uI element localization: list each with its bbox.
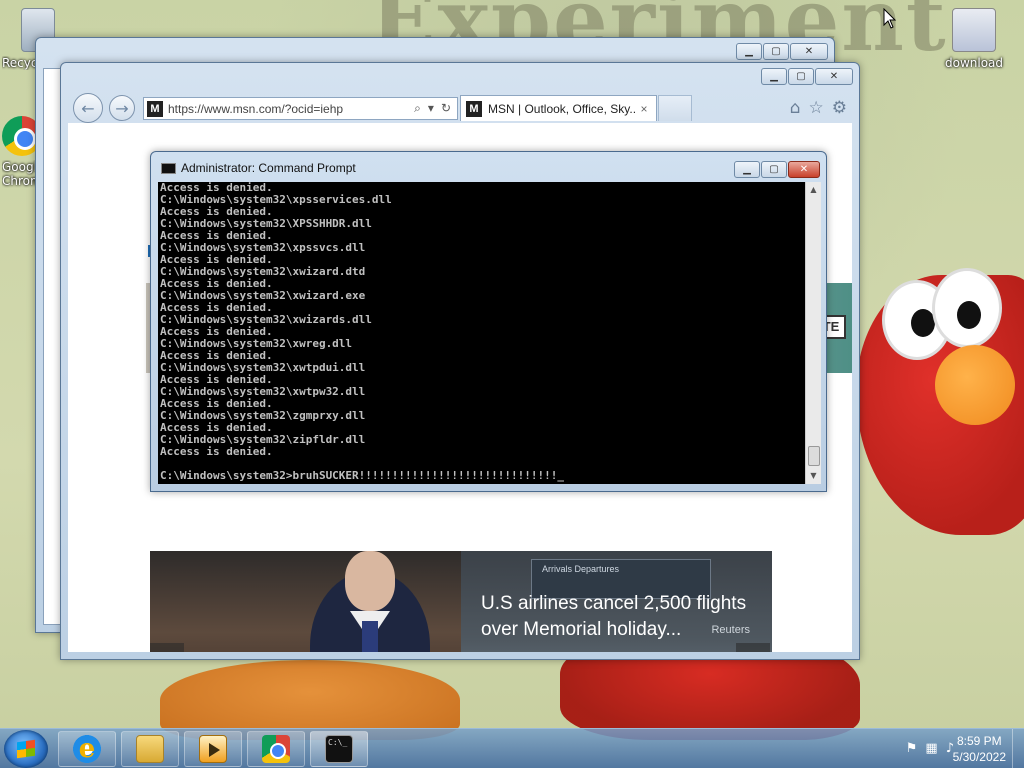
maximize-button[interactable]: ▢ [788,68,814,85]
refresh-icon[interactable]: ↻ [441,101,451,116]
taskbar: e C:\_ ⚑ ▦ ♪ 8:59 PM 5/30/2022 [0,728,1024,768]
address-url[interactable]: https://www.msn.com/?ocid=iehp [168,102,414,116]
console-lines: Access is denied. C:\Windows\system32\xps… [158,182,805,482]
photo-tie [362,621,378,652]
desktop-icon-label: Recycle Bin [2,56,38,70]
close-button[interactable]: ✕ [788,161,820,178]
msn-favicon-icon: M [147,100,163,117]
console-line: Access is denied. [160,445,273,458]
taskbar-google-chrome[interactable] [247,731,305,767]
window-controls: ▁ ▢ ✕ [736,43,828,60]
elmo-nose [935,345,1015,425]
scroll-up-icon[interactable]: ▲ [806,182,821,198]
folder-icon [136,735,164,763]
desktop-icon-label: Google Chrome [2,160,38,188]
news-card-left[interactable] [150,551,461,652]
tab-close-icon[interactable]: × [637,102,651,116]
news-card-right[interactable]: Arrivals Departures U.S airlines cancel … [461,551,772,652]
address-bar[interactable]: M https://www.msn.com/?ocid=iehp ⌕ ▾ ↻ [143,97,458,120]
command-prompt-window[interactable]: Administrator: Command Prompt ▁ ▢ ✕ Acce… [150,151,827,492]
start-button[interactable] [4,730,48,768]
tab-title: MSN | Outlook, Office, Sky... [488,101,637,116]
cmd-icon [161,163,176,174]
window-controls: ▁ ▢ ✕ [734,161,820,178]
msn-favicon-icon: M [466,100,482,117]
system-clock[interactable]: 8:59 PM 5/30/2022 [953,733,1006,765]
taskbar-command-prompt[interactable]: C:\_ [310,731,368,767]
console-line: C:\Windows\system32>bruhSUCKER!!!!!!!!!!… [160,469,564,482]
search-icon[interactable]: ⌕ [414,101,421,116]
desktop-icon-label: download [944,56,1004,70]
forward-arrow-icon: → [115,98,129,118]
minimize-button[interactable]: ▁ [736,43,762,60]
minimize-button[interactable]: ▁ [734,161,760,178]
window-controls: ▁ ▢ ✕ [761,68,853,85]
scroll-thumb[interactable] [808,446,820,466]
maximize-button[interactable]: ▢ [761,161,787,178]
taskbar-media-player[interactable] [184,731,242,767]
wallpaper-decoration [858,160,998,228]
photo-face [345,551,395,611]
clock-date: 5/30/2022 [952,750,1006,764]
carousel-prev-button[interactable]: ‹ [150,643,184,652]
desktop-icon-download[interactable]: download [938,8,1010,70]
console-scrollbar[interactable]: ▲ ▼ [805,182,821,484]
network-icon[interactable]: ▦ [925,741,937,756]
system-tray: ⚑ ▦ ♪ [906,741,954,756]
close-button[interactable]: ✕ [790,43,828,60]
flag-icon[interactable]: ⚑ [906,741,918,756]
carousel-next-button[interactable]: › [736,643,770,652]
elmo-eye [932,268,1002,348]
gear-icon[interactable]: ⚙ [832,98,847,118]
home-icon[interactable]: ⌂ [790,98,801,118]
back-arrow-icon: ← [81,98,95,118]
news-source: Reuters [711,624,750,636]
tab-msn[interactable]: M MSN | Outlook, Office, Sky... × [460,95,657,121]
scroll-down-icon[interactable]: ▼ [806,468,821,484]
console-output[interactable]: Access is denied. C:\Windows\system32\xps… [158,182,805,484]
close-button[interactable]: ✕ [815,68,853,85]
ie-icon: e [73,735,101,763]
media-player-icon [199,735,227,763]
image-file-icon [952,8,996,52]
forward-button[interactable]: → [109,95,135,121]
back-button[interactable]: ← [73,93,103,123]
window-title: Administrator: Command Prompt [181,161,356,175]
new-tab-button[interactable] [658,95,692,121]
maximize-button[interactable]: ▢ [763,43,789,60]
chrome-icon [262,735,290,763]
taskbar-windows-explorer[interactable] [121,731,179,767]
show-desktop-button[interactable] [1012,729,1024,768]
cmd-icon: C:\_ [325,735,353,763]
clock-time: 8:59 PM [956,734,1002,748]
star-icon[interactable]: ☆ [809,98,824,118]
minimize-button[interactable]: ▁ [761,68,787,85]
taskbar-internet-explorer[interactable]: e [58,731,116,767]
ie-toolbar: ← → M https://www.msn.com/?ocid=iehp ⌕ ▾… [67,91,853,127]
dropdown-icon[interactable]: ▾ [428,101,434,116]
